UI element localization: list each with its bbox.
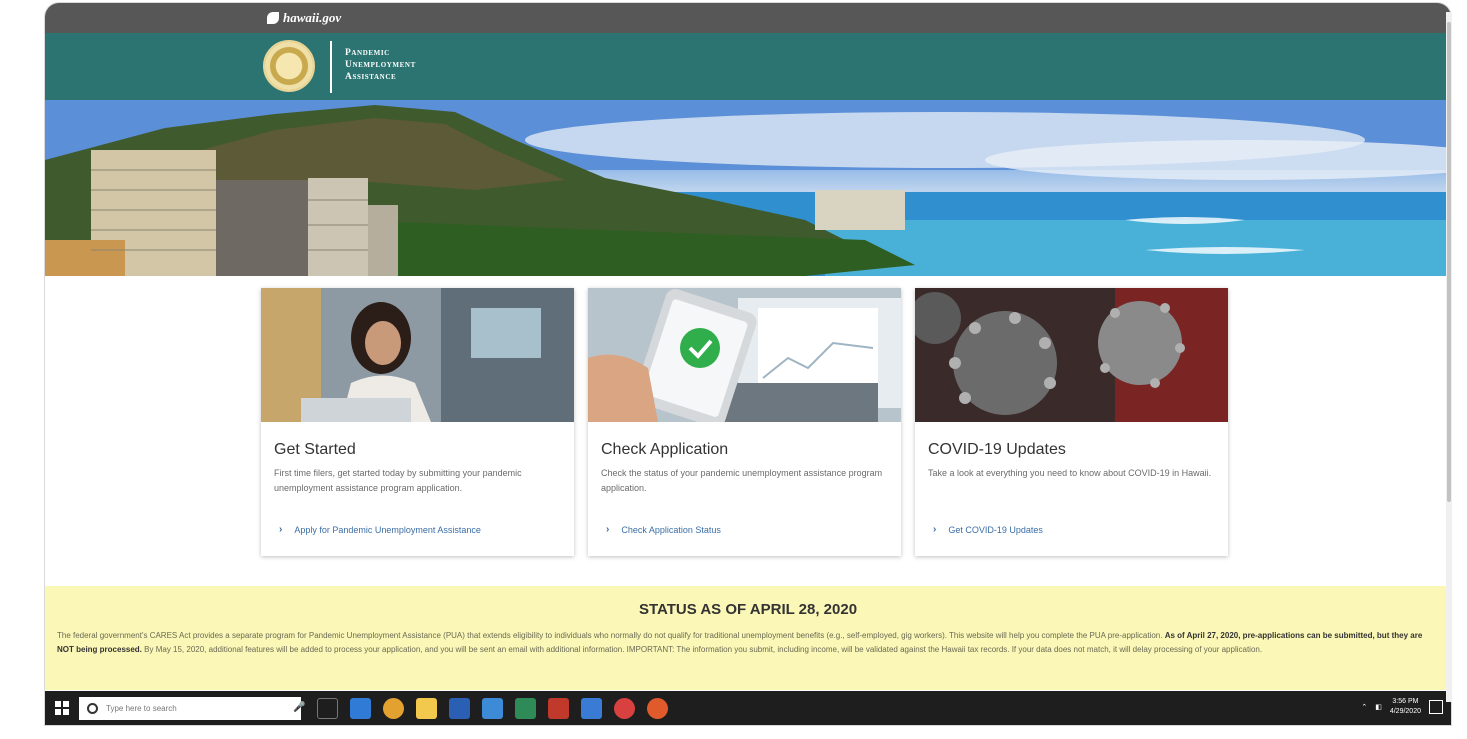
woman-at-laptop-photo xyxy=(261,288,574,422)
taskbar-clock[interactable]: 3:56 PM 4/29/2020 xyxy=(1390,697,1421,717)
card-description: Take a look at everything you need to kn… xyxy=(928,468,1212,478)
media-app-icon[interactable] xyxy=(614,698,635,719)
status-notice: STATUS AS OF APRIL 28, 2020 The federal … xyxy=(45,586,1451,690)
acrobat-icon[interactable] xyxy=(548,698,569,719)
state-seal-logo[interactable] xyxy=(263,40,315,92)
chrome-browser-icon[interactable] xyxy=(383,698,404,719)
search-placeholder: Type here to search xyxy=(106,704,177,713)
card-check-application[interactable]: Check Application Check the status of yo… xyxy=(588,288,901,556)
card-get-started[interactable]: Get Started First time filers, get start… xyxy=(261,288,574,556)
browser-page: hawaii.gov Pandemic Unemployment Assista… xyxy=(45,3,1451,725)
agency-line-1: Pandemic xyxy=(345,48,390,58)
firefox-icon[interactable] xyxy=(647,698,668,719)
card-title: Check Application xyxy=(601,441,729,458)
virus-photo xyxy=(915,288,1228,422)
diamond-head-landscape xyxy=(45,100,1451,276)
edge-browser-icon[interactable] xyxy=(350,698,371,719)
status-text: The federal government's CARES Act provi… xyxy=(57,629,1437,657)
notifications-icon[interactable] xyxy=(1429,700,1443,714)
hero-banner-image xyxy=(45,100,1451,276)
hawaii-gov-link[interactable]: hawaii.gov xyxy=(267,10,341,26)
system-tray: ⌃ ◧ 3:56 PM 4/29/2020 xyxy=(1361,697,1443,717)
status-text-part1: The federal government's CARES Act provi… xyxy=(57,631,1163,640)
cortana-icon xyxy=(87,703,98,714)
header-divider xyxy=(330,41,332,93)
card-title: COVID-19 Updates xyxy=(928,441,1066,458)
hawaii-leaf-icon xyxy=(267,12,279,24)
phone-checkmark-photo xyxy=(588,288,901,422)
hawaii-gov-label: hawaii.gov xyxy=(283,10,342,25)
network-icon[interactable]: ⌃ xyxy=(1361,703,1367,711)
check-status-link-label: Check Application Status xyxy=(621,524,721,535)
microphone-icon[interactable]: 🎤 xyxy=(293,702,305,713)
chevron-right-icon: › xyxy=(279,524,283,535)
apply-pua-link-label: Apply for Pandemic Unemployment Assistan… xyxy=(294,524,481,535)
taskbar-apps xyxy=(317,698,668,719)
agency-name[interactable]: Pandemic Unemployment Assistance xyxy=(345,47,416,83)
teams-icon[interactable] xyxy=(482,698,503,719)
chevron-right-icon: › xyxy=(933,524,937,535)
page-scrollbar-thumb[interactable] xyxy=(1447,22,1451,502)
card-covid-updates[interactable]: COVID-19 Updates Take a look at everythi… xyxy=(915,288,1228,556)
agency-line-2: Unemployment xyxy=(345,60,416,70)
apply-pua-link[interactable]: › Apply for Pandemic Unemployment Assist… xyxy=(279,524,481,535)
card-description: First time filers, get started today by … xyxy=(274,468,522,493)
volume-icon[interactable]: ◧ xyxy=(1375,703,1382,711)
file-explorer-icon[interactable] xyxy=(416,698,437,719)
settings-app-icon[interactable] xyxy=(581,698,602,719)
windows-start-icon[interactable] xyxy=(55,701,69,715)
covid-updates-link-label: Get COVID-19 Updates xyxy=(948,524,1043,535)
site-header: Pandemic Unemployment Assistance xyxy=(45,33,1451,100)
card-description: Check the status of your pandemic unempl… xyxy=(601,468,883,493)
chevron-right-icon: › xyxy=(606,524,610,535)
excel-icon[interactable] xyxy=(515,698,536,719)
covid-updates-link[interactable]: › Get COVID-19 Updates xyxy=(933,524,1043,535)
clock-date: 4/29/2020 xyxy=(1389,708,1421,715)
agency-line-3: Assistance xyxy=(345,72,397,82)
task-view-icon[interactable] xyxy=(317,698,338,719)
windows-taskbar: Type here to search 🎤 ⌃ ◧ 3:56 PM 4/29/2… xyxy=(45,691,1451,725)
hawaii-gov-bar: hawaii.gov xyxy=(45,3,1451,33)
clock-time: 3:56 PM xyxy=(1392,698,1419,705)
status-text-part2: By May 15, 2020, additional features wil… xyxy=(144,645,1263,654)
card-title: Get Started xyxy=(274,441,356,458)
taskbar-search-input[interactable]: Type here to search xyxy=(79,697,301,720)
outlook-icon[interactable] xyxy=(449,698,470,719)
action-cards: Get Started First time filers, get start… xyxy=(261,288,1231,560)
status-heading: STATUS AS OF APRIL 28, 2020 xyxy=(638,601,858,618)
check-status-link[interactable]: › Check Application Status xyxy=(606,524,721,535)
